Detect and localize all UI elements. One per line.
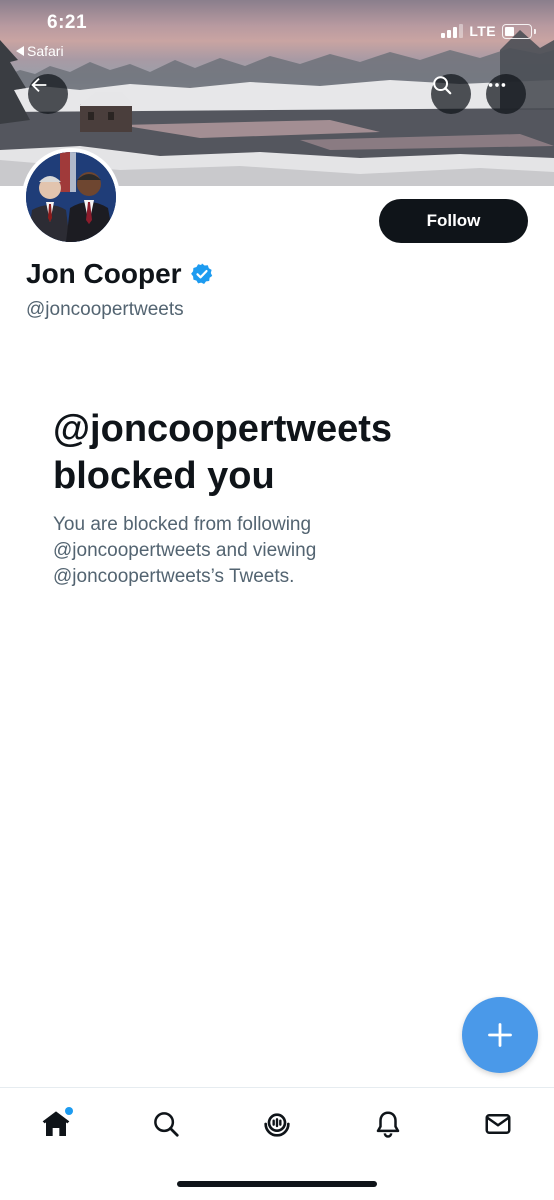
arrow-left-icon [31,77,47,93]
follow-button[interactable]: Follow [379,199,528,243]
avatar-photo [26,152,116,242]
tab-messages[interactable] [478,1104,518,1144]
search-icon [433,76,452,95]
status-time: 6:21 [47,12,88,33]
avatar[interactable] [22,148,120,246]
search-button[interactable] [431,74,471,114]
back-app-label: Safari [27,43,64,59]
tab-spaces[interactable] [257,1104,297,1144]
blocked-description: You are blocked from following @joncoope… [53,514,317,587]
back-triangle-icon [16,46,24,56]
plus-icon [488,1023,512,1047]
tab-notifications[interactable] [368,1104,408,1144]
back-to-app[interactable]: Safari [16,43,64,59]
cellular-signal-icon [441,24,464,38]
search-icon [154,1112,179,1137]
tab-home[interactable] [36,1104,76,1144]
tab-explore[interactable] [146,1104,186,1144]
network-type: LTE [469,23,496,39]
home-notification-dot [65,1107,73,1115]
spaces-icon [264,1113,290,1137]
blocked-heading-line1: @joncoopertweets [53,408,392,450]
status-indicators: LTE [441,23,536,39]
verified-badge-icon[interactable] [190,262,214,286]
profile-handle: @joncoopertweets [26,299,184,320]
display-name-text: Jon Cooper [26,258,182,289]
profile-page: 6:21 Safari LTE Follow Jon Cooper @jonco… [0,0,554,1200]
more-button[interactable] [486,74,526,114]
profile-display-name: Jon Cooper [26,258,214,290]
blocked-heading: @joncoopertweets blocked you [53,406,523,500]
back-button[interactable] [28,74,68,114]
mail-icon [485,1114,511,1134]
compose-tweet-button[interactable] [462,997,538,1073]
blocked-heading-line2: blocked you [53,455,275,497]
battery-icon [502,23,536,39]
more-horizontal-icon [488,83,506,87]
bell-icon [376,1111,400,1138]
home-indicator[interactable] [177,1181,377,1187]
